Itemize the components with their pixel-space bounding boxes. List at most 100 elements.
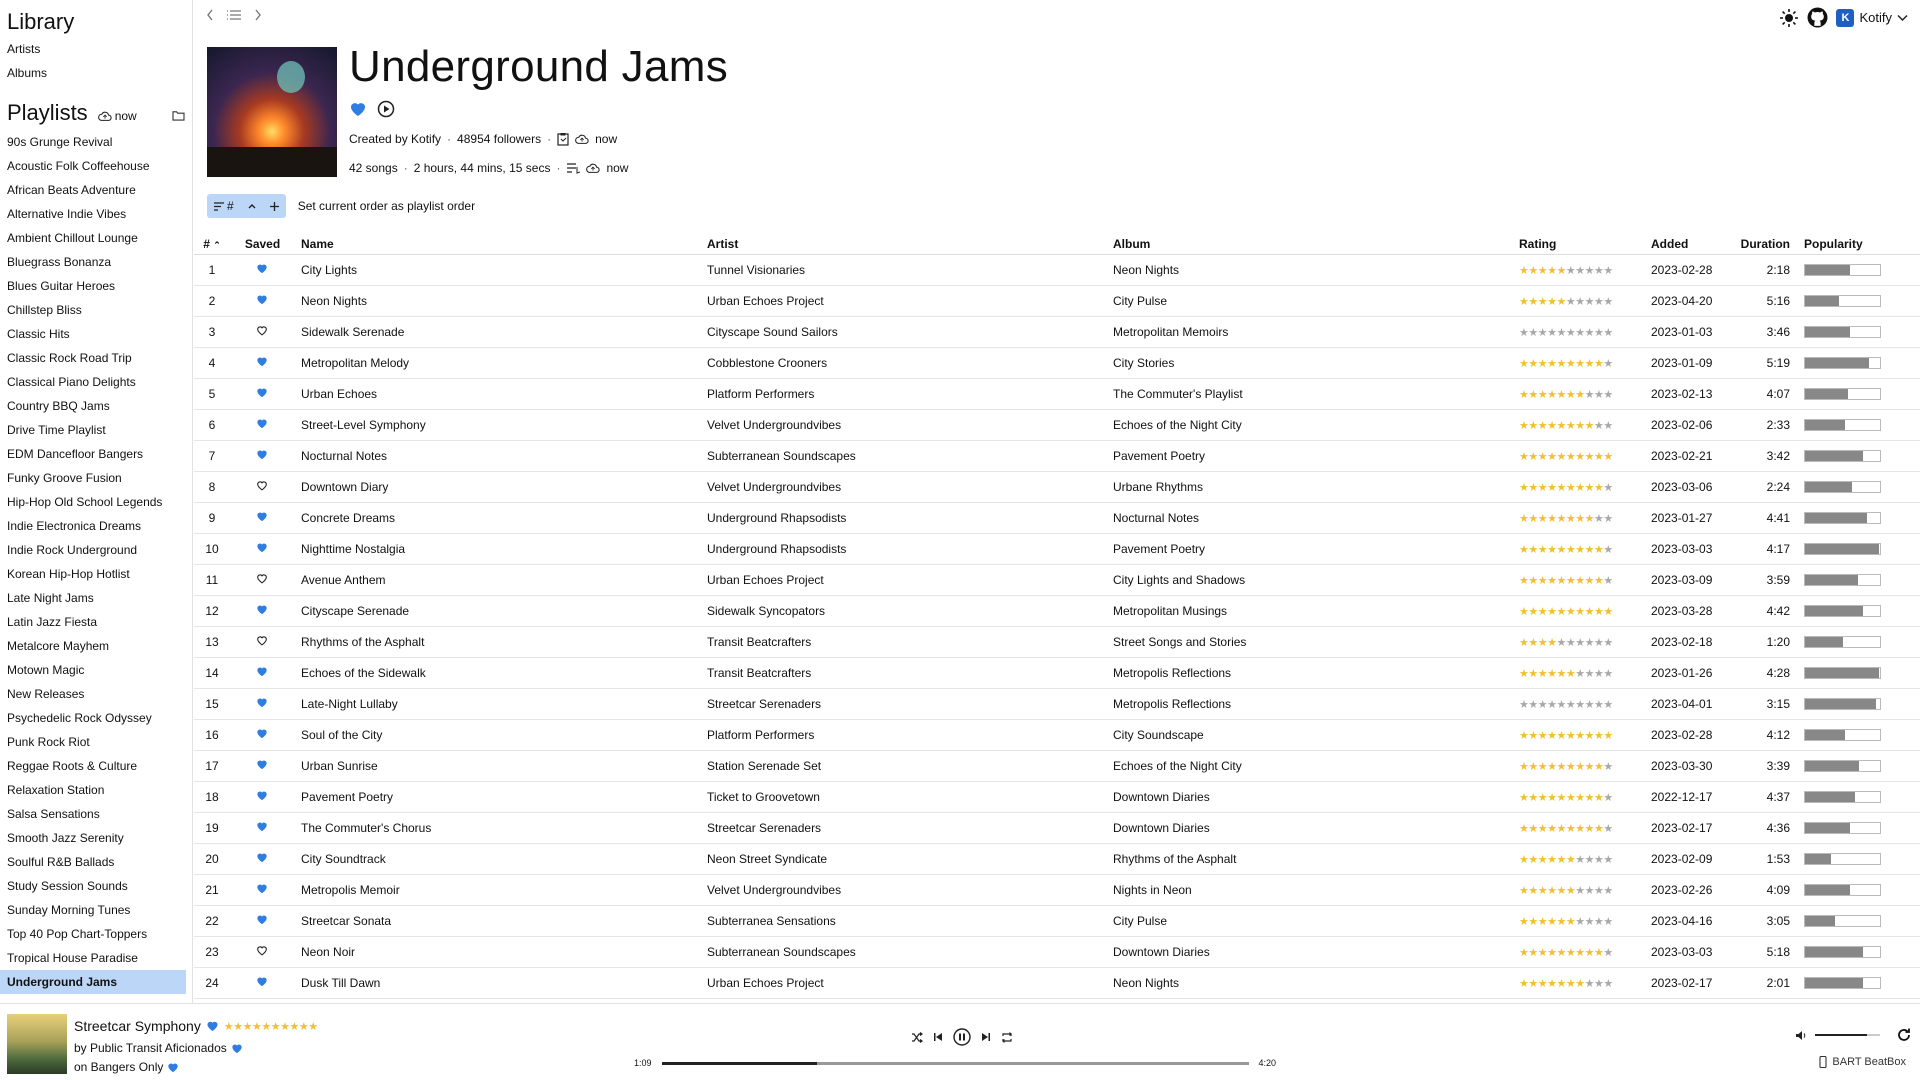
star-filled-icon[interactable]: ★ [1557, 822, 1567, 835]
star-filled-icon[interactable]: ★ [1538, 791, 1548, 804]
heart-outline-icon[interactable] [256, 635, 270, 649]
star-empty-icon[interactable]: ★ [1603, 698, 1613, 711]
star-filled-icon[interactable]: ★ [1528, 884, 1538, 897]
table-row[interactable]: 3 Sidewalk Serenade Cityscape Sound Sailor… [194, 316, 1920, 348]
table-row[interactable]: 7 Nocturnal Notes Subterranean Soundscapes… [194, 440, 1920, 472]
star-filled-icon[interactable]: ★ [271, 1020, 281, 1033]
sidebar-item-artists[interactable]: Artists [0, 37, 192, 61]
track-album[interactable]: City Soundscape [1107, 719, 1513, 751]
star-filled-icon[interactable]: ★ [1585, 481, 1595, 494]
star-filled-icon[interactable]: ★ [1566, 450, 1576, 463]
star-filled-icon[interactable]: ★ [1575, 543, 1585, 556]
sidebar-playlist-item[interactable]: African Beats Adventure [0, 178, 192, 202]
previous-icon[interactable] [933, 1032, 943, 1042]
star-filled-icon[interactable]: ★ [1528, 853, 1538, 866]
star-empty-icon[interactable]: ★ [1585, 295, 1595, 308]
sidebar-playlist-item[interactable]: Hip-Hop Old School Legends [0, 490, 192, 514]
star-filled-icon[interactable]: ★ [1566, 915, 1576, 928]
star-filled-icon[interactable]: ★ [1575, 791, 1585, 804]
track-artist[interactable]: Velvet Undergroundvibes [701, 471, 1107, 503]
track-artist[interactable]: Subterranea Sensations [701, 905, 1107, 937]
rating-stars[interactable]: ★ ★ ★ ★ ★ ★ ★ ★ ★ ★ [1519, 698, 1613, 711]
rating-stars[interactable]: ★ ★ ★ ★ ★ ★ ★ ★ ★ ★ [1519, 977, 1613, 990]
table-row[interactable]: 14 Echoes of the Sidewalk Transit Beatcraf… [194, 657, 1920, 689]
sidebar-playlist-item[interactable]: Smooth Jazz Serenity [0, 826, 192, 850]
sidebar-playlist-item[interactable]: Korean Hip-Hop Hotlist [0, 562, 192, 586]
heart-filled-icon[interactable] [256, 697, 270, 711]
star-filled-icon[interactable]: ★ [1547, 605, 1557, 618]
table-row[interactable]: 2 Neon Nights Urban Echoes Project City Pul… [194, 285, 1920, 317]
rating-stars[interactable]: ★ ★ ★ ★ ★ ★ ★ ★ ★ ★ [1519, 946, 1613, 959]
sidebar-playlist-item[interactable]: Top 40 Pop Chart-Toppers [0, 922, 192, 946]
star-empty-icon[interactable]: ★ [1594, 853, 1604, 866]
star-filled-icon[interactable]: ★ [1538, 915, 1548, 928]
star-filled-icon[interactable]: ★ [1585, 512, 1595, 525]
star-empty-icon[interactable]: ★ [1585, 667, 1595, 680]
star-filled-icon[interactable]: ★ [1547, 884, 1557, 897]
heart-icon[interactable] [231, 1043, 243, 1054]
star-filled-icon[interactable]: ★ [1547, 450, 1557, 463]
star-filled-icon[interactable]: ★ [1557, 915, 1567, 928]
sidebar-playlist-item[interactable]: Sunday Morning Tunes [0, 898, 192, 922]
track-artist[interactable]: Urban Echoes Project [701, 967, 1107, 999]
table-row[interactable]: 12 Cityscape Serenade Sidewalk Syncopators… [194, 595, 1920, 627]
heart-filled-icon[interactable] [256, 418, 270, 432]
track-name[interactable]: Cityscape Serenade [295, 595, 701, 627]
star-filled-icon[interactable]: ★ [1575, 946, 1585, 959]
star-filled-icon[interactable]: ★ [1547, 543, 1557, 556]
star-empty-icon[interactable]: ★ [1575, 667, 1585, 680]
sidebar-playlist-item[interactable]: Study Session Sounds [0, 874, 192, 898]
star-filled-icon[interactable]: ★ [1575, 450, 1585, 463]
star-filled-icon[interactable]: ★ [1538, 884, 1548, 897]
star-filled-icon[interactable]: ★ [1538, 481, 1548, 494]
star-empty-icon[interactable]: ★ [1603, 543, 1613, 556]
star-filled-icon[interactable]: ★ [1519, 605, 1529, 618]
table-row[interactable]: 8 Downtown Diary Velvet Undergroundvibes Ur… [194, 471, 1920, 503]
star-filled-icon[interactable]: ★ [1585, 574, 1595, 587]
track-artist[interactable]: Platform Performers [701, 378, 1107, 410]
star-filled-icon[interactable]: ★ [1594, 605, 1604, 618]
sidebar-playlist-item[interactable]: Salsa Sensations [0, 802, 192, 826]
column-header-popularity[interactable]: Popularity [1798, 234, 1920, 255]
heart-filled-icon[interactable] [256, 604, 270, 618]
track-artist[interactable]: Cityscape Sound Sailors [701, 316, 1107, 348]
star-filled-icon[interactable]: ★ [1519, 574, 1529, 587]
track-name[interactable]: Avenue Anthem [295, 564, 701, 596]
star-empty-icon[interactable]: ★ [1585, 884, 1595, 897]
star-filled-icon[interactable]: ★ [1566, 543, 1576, 556]
star-filled-icon[interactable]: ★ [1547, 574, 1557, 587]
sidebar-playlist-item[interactable]: Reggae Roots & Culture [0, 754, 192, 778]
track-artist[interactable]: Tunnel Visionaries [701, 254, 1107, 286]
star-empty-icon[interactable]: ★ [1603, 388, 1613, 401]
star-filled-icon[interactable]: ★ [1566, 667, 1576, 680]
star-empty-icon[interactable]: ★ [1594, 636, 1604, 649]
star-filled-icon[interactable]: ★ [1575, 388, 1585, 401]
sidebar-playlist-item[interactable]: Alternative Indie Vibes [0, 202, 192, 226]
star-empty-icon[interactable]: ★ [1603, 977, 1613, 990]
star-filled-icon[interactable]: ★ [243, 1020, 253, 1033]
track-album[interactable]: Pavement Poetry [1107, 440, 1513, 472]
track-album[interactable]: Rhythms of the Asphalt [1107, 843, 1513, 875]
star-filled-icon[interactable]: ★ [299, 1020, 309, 1033]
track-name[interactable]: Echoes of the Sidewalk [295, 657, 701, 689]
clipboard-icon[interactable] [557, 132, 569, 146]
star-filled-icon[interactable]: ★ [1538, 946, 1548, 959]
star-filled-icon[interactable]: ★ [1557, 481, 1567, 494]
heart-filled-icon[interactable] [256, 821, 270, 835]
star-filled-icon[interactable]: ★ [1585, 419, 1595, 432]
star-filled-icon[interactable]: ★ [1575, 481, 1585, 494]
star-filled-icon[interactable]: ★ [1594, 543, 1604, 556]
volume-slider[interactable] [1815, 1034, 1880, 1036]
star-empty-icon[interactable]: ★ [1603, 915, 1613, 928]
star-filled-icon[interactable]: ★ [1538, 853, 1548, 866]
star-filled-icon[interactable]: ★ [1519, 481, 1529, 494]
track-album[interactable]: City Stories [1107, 347, 1513, 379]
star-filled-icon[interactable]: ★ [280, 1020, 290, 1033]
refresh-icon[interactable] [1896, 1027, 1912, 1043]
star-filled-icon[interactable]: ★ [1538, 295, 1548, 308]
rating-stars[interactable]: ★ ★ ★ ★ ★ ★ ★ ★ ★ ★ [1519, 760, 1613, 773]
track-album[interactable]: Metropolis Reflections [1107, 657, 1513, 689]
track-name[interactable]: City Soundtrack [295, 843, 701, 875]
star-filled-icon[interactable]: ★ [1566, 884, 1576, 897]
queue-icon[interactable] [566, 162, 581, 174]
